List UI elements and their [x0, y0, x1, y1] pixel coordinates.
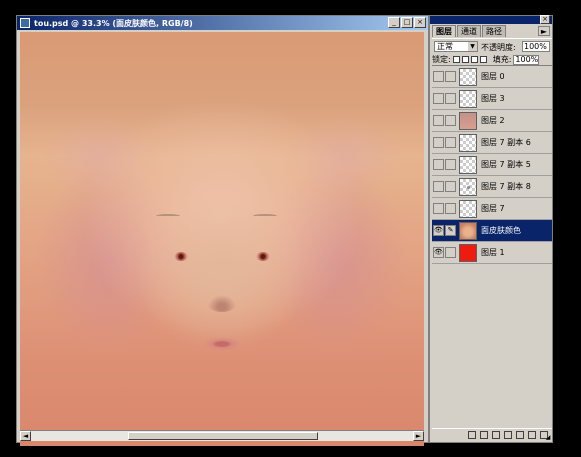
layer-thumbnail — [459, 89, 477, 108]
layer-name: 图层 1 — [481, 248, 505, 257]
link-layers-icon[interactable] — [468, 430, 476, 439]
panel-close-button[interactable]: × — [540, 15, 550, 24]
left-eye — [174, 252, 188, 261]
layer-row[interactable]: 图层 0 — [432, 66, 552, 88]
lock-position-icon[interactable] — [470, 56, 478, 63]
layers-panel: × 图层 通道 路径 ► 正常 ▼ 不透明度: 100% 锁定: 填充: 100… — [429, 15, 553, 443]
eye-icon[interactable]: 👁 — [433, 247, 444, 258]
tab-channels[interactable]: 通道 — [457, 25, 481, 37]
visibility-toggle[interactable] — [433, 181, 444, 192]
fill-label: 填充: — [492, 55, 512, 64]
document-title: tou.psd @ 33.3% (面皮肤颜色, RGB/8) — [34, 18, 193, 28]
tab-layers[interactable]: 图层 — [432, 25, 456, 37]
layer-name: 图层 7 副本 5 — [481, 160, 531, 169]
resize-grip-icon[interactable]: ◢ — [544, 434, 552, 442]
right-eyebrow — [253, 214, 277, 218]
nose — [207, 294, 237, 312]
horizontal-scrollbar[interactable]: ◄ ► — [20, 430, 424, 441]
layer-thumbnail — [459, 67, 477, 86]
panel-titlebar[interactable]: × — [430, 15, 552, 24]
layer-mask-icon[interactable] — [492, 430, 500, 439]
scroll-thumb[interactable] — [128, 432, 318, 440]
left-eyebrow — [156, 214, 180, 218]
tab-paths[interactable]: 路径 — [482, 25, 506, 37]
link-toggle[interactable] — [445, 247, 456, 258]
panel-tabs: 图层 通道 路径 — [432, 25, 507, 37]
scroll-left-arrow-icon[interactable]: ◄ — [20, 431, 31, 441]
blend-mode-select[interactable]: 正常 ▼ — [434, 41, 478, 52]
chevron-down-icon: ▼ — [468, 42, 477, 51]
link-toggle[interactable] — [445, 159, 456, 170]
layer-row[interactable]: 图层 7 — [432, 198, 552, 220]
layer-options: 正常 ▼ 不透明度: 100% 锁定: 填充: 100% — [432, 38, 552, 65]
panel-footer — [432, 428, 552, 440]
adjustment-layer-icon[interactable] — [504, 430, 512, 439]
lock-transparency-icon[interactable] — [452, 56, 460, 63]
visibility-toggle[interactable] — [433, 93, 444, 104]
visibility-toggle[interactable] — [433, 203, 444, 214]
close-button[interactable]: × — [414, 17, 426, 28]
layer-row[interactable]: 图层 7 副本 6 — [432, 132, 552, 154]
lock-row: 锁定: 填充: 100% — [432, 54, 552, 65]
layer-thumbnail — [459, 155, 477, 174]
layer-name: 图层 7 副本 6 — [481, 138, 531, 147]
link-toggle[interactable] — [445, 93, 456, 104]
layer-row[interactable]: 图层 2 — [432, 110, 552, 132]
new-group-icon[interactable] — [516, 430, 524, 439]
layer-row-selected[interactable]: 👁 ✎ 面皮肤颜色 — [432, 220, 552, 242]
link-toggle[interactable] — [445, 115, 456, 126]
layer-name: 图层 0 — [481, 72, 505, 81]
minimize-button[interactable]: _ — [388, 17, 400, 28]
eye-icon[interactable]: 👁 — [433, 225, 444, 236]
document-titlebar[interactable]: tou.psd @ 33.3% (面皮肤颜色, RGB/8) _ □ × — [17, 16, 428, 30]
fill-field[interactable]: 100% — [513, 54, 540, 65]
maximize-button[interactable]: □ — [401, 17, 413, 28]
layer-row[interactable]: 图层 7 副本 5 — [432, 154, 552, 176]
visibility-toggle[interactable] — [433, 159, 444, 170]
visibility-toggle[interactable] — [433, 71, 444, 82]
layer-row[interactable]: 图层 7 副本 8 — [432, 176, 552, 198]
thumbnail-dot — [467, 185, 470, 189]
scroll-right-arrow-icon[interactable]: ► — [413, 431, 424, 441]
opacity-label: 不透明度: — [481, 43, 516, 52]
link-toggle[interactable] — [445, 137, 456, 148]
link-toggle[interactable] — [445, 181, 456, 192]
new-layer-icon[interactable] — [528, 430, 536, 439]
layer-name: 图层 7 副本 8 — [481, 182, 531, 191]
layer-name: 图层 3 — [481, 94, 505, 103]
document-window[interactable]: tou.psd @ 33.3% (面皮肤颜色, RGB/8) _ □ × ◄ ► — [16, 15, 429, 446]
brush-icon[interactable]: ✎ — [445, 225, 456, 236]
visibility-toggle[interactable] — [433, 137, 444, 148]
lock-pixels-icon[interactable] — [461, 56, 469, 63]
right-eye — [256, 252, 270, 261]
layer-name: 图层 2 — [481, 116, 505, 125]
layer-row[interactable]: 图层 3 — [432, 88, 552, 110]
panel-menu-button[interactable]: ► — [538, 26, 550, 36]
window-buttons: _ □ × — [388, 17, 426, 28]
visibility-toggle[interactable] — [433, 115, 444, 126]
layer-thumbnail — [459, 243, 477, 262]
layer-thumbnail — [459, 199, 477, 218]
opacity-field[interactable]: 100% — [522, 41, 550, 52]
layer-thumbnail — [459, 133, 477, 152]
link-toggle[interactable] — [445, 203, 456, 214]
document-icon — [20, 18, 30, 28]
layer-style-icon[interactable] — [480, 430, 488, 439]
layer-name: 图层 7 — [481, 204, 505, 213]
layer-thumbnail — [459, 221, 477, 240]
layer-row[interactable]: 👁 图层 1 — [432, 242, 552, 264]
link-toggle[interactable] — [445, 71, 456, 82]
layer-name: 面皮肤颜色 — [481, 226, 521, 235]
image-canvas[interactable] — [20, 32, 424, 446]
mouth — [203, 337, 241, 351]
blend-mode-value: 正常 — [437, 42, 453, 51]
lock-label: 锁定: — [432, 55, 451, 64]
vertical-scrollbar[interactable] — [424, 32, 427, 432]
layer-thumbnail — [459, 177, 477, 196]
lock-all-icon[interactable] — [479, 56, 487, 63]
layer-thumbnail — [459, 111, 477, 130]
layer-list: 图层 0 图层 3 图层 2 图层 7 副本 6 图层 7 副本 5 图层 7 … — [432, 65, 552, 429]
